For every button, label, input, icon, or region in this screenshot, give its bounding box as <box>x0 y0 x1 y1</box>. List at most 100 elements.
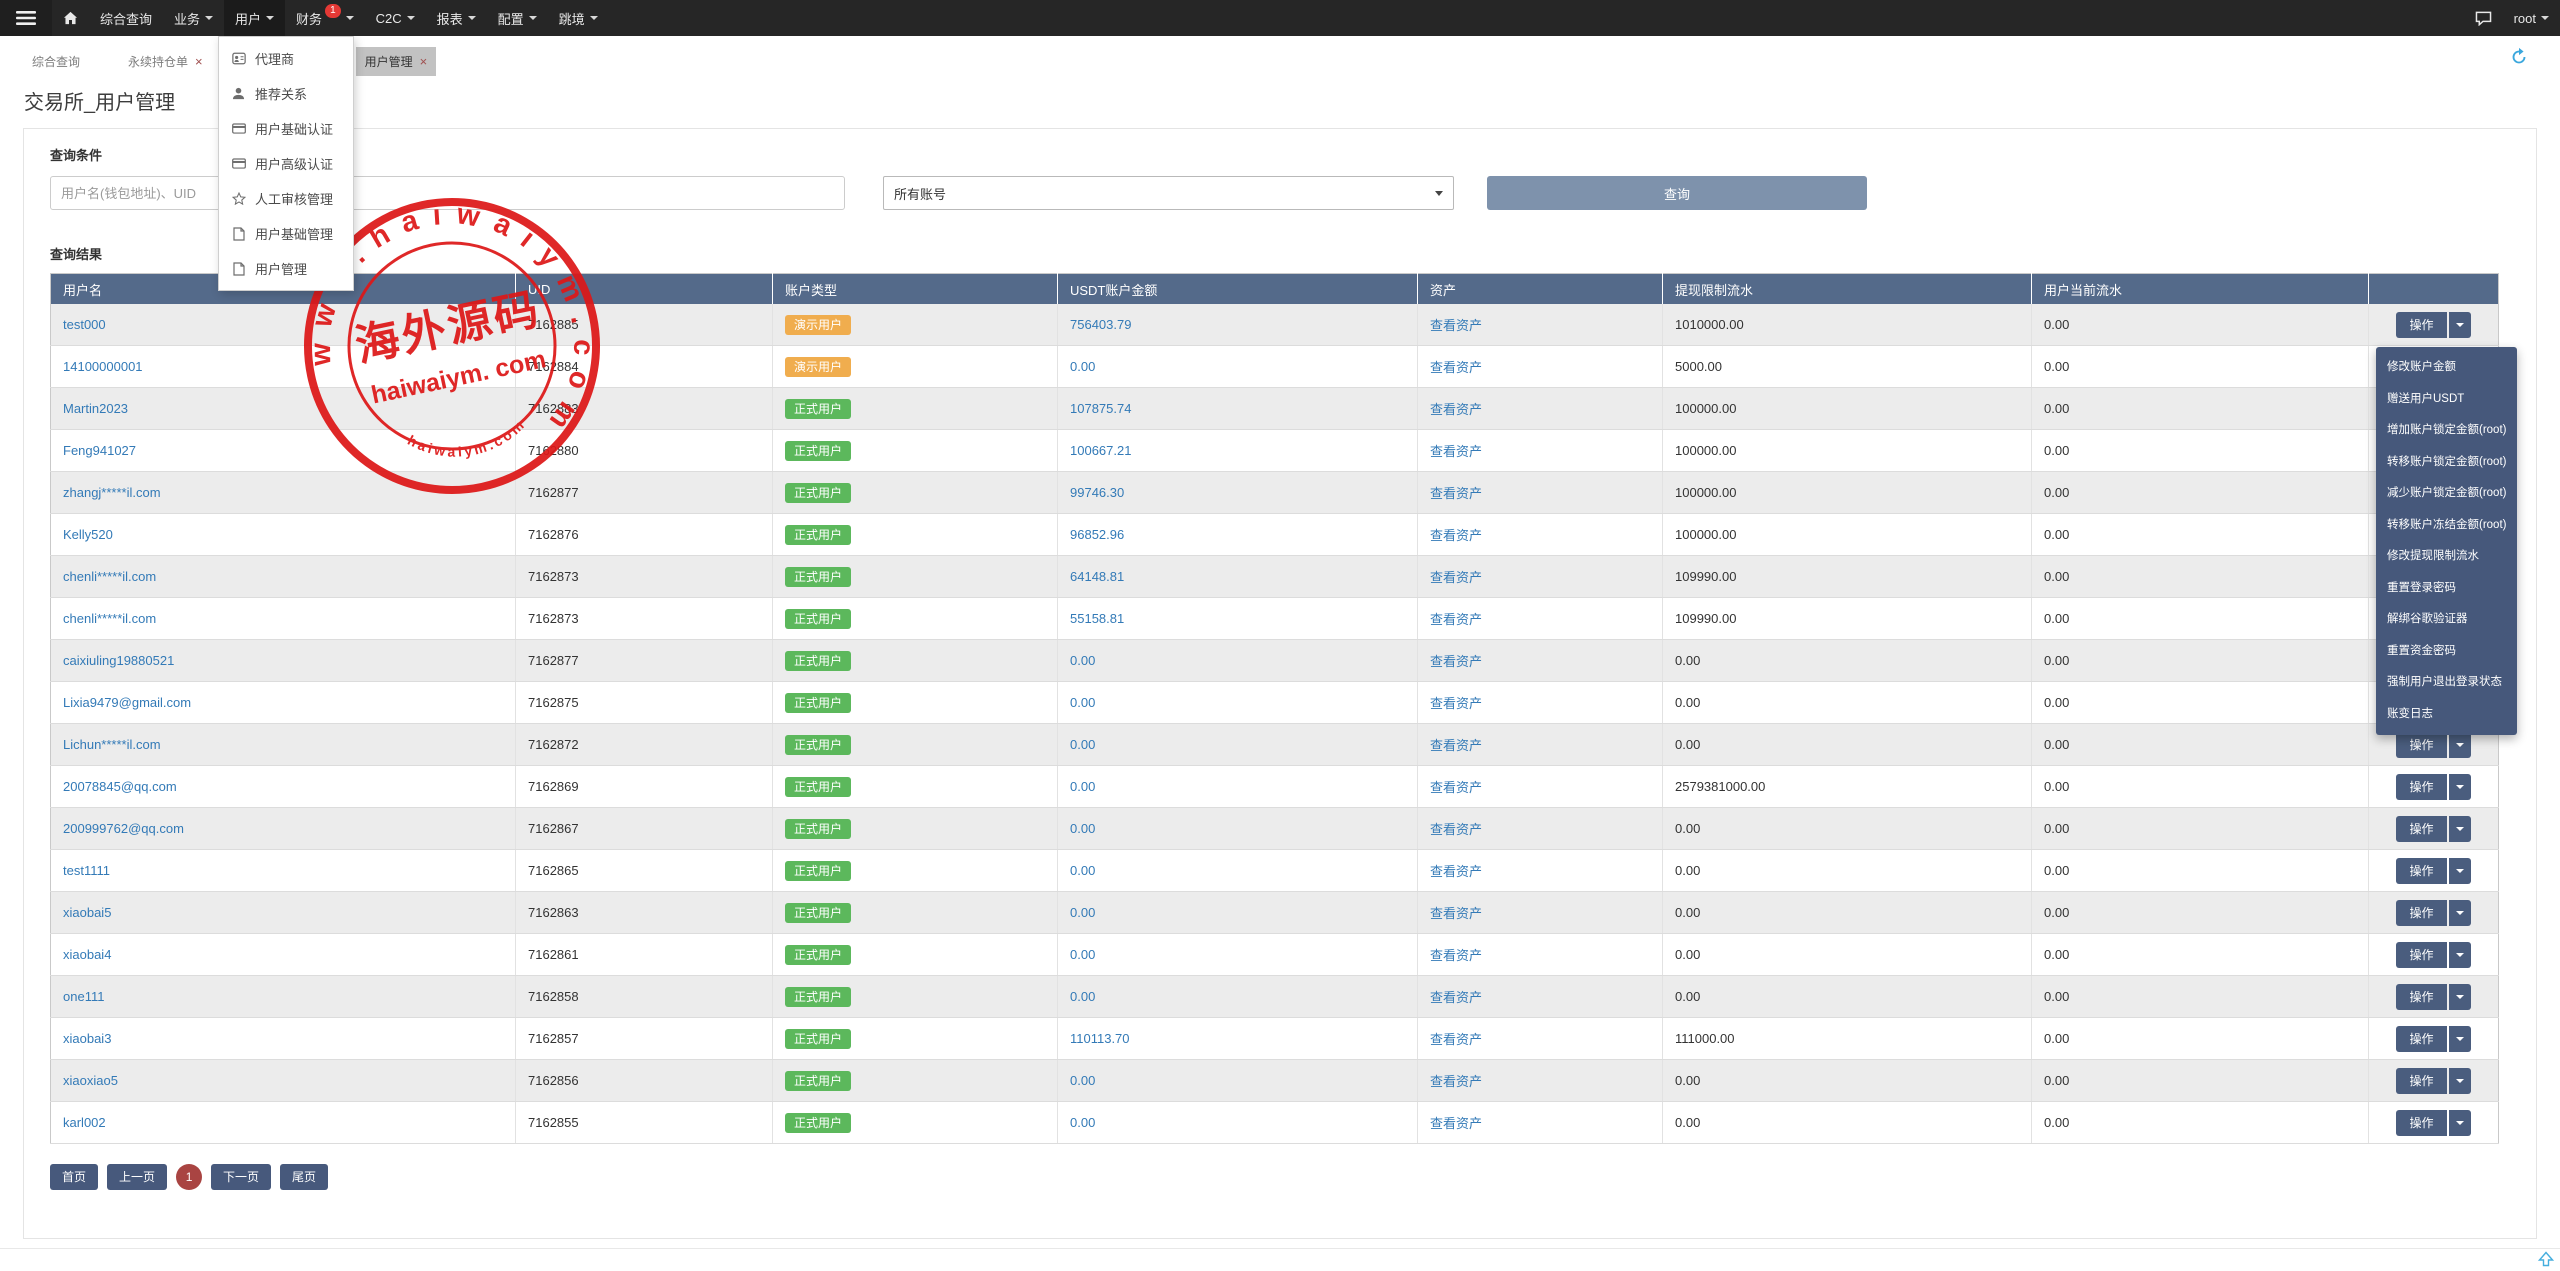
user-link[interactable]: test1111 <box>63 863 110 878</box>
usdt-amount-link[interactable]: 100667.21 <box>1070 443 1131 458</box>
nav-item-0[interactable]: 综合查询 <box>89 0 163 36</box>
usdt-amount-link[interactable]: 0.00 <box>1070 821 1095 836</box>
nav-item-6[interactable]: 配置 <box>487 0 548 36</box>
user-menu-item-0[interactable]: 代理商 <box>219 41 353 76</box>
action-caret-button[interactable] <box>2448 1109 2471 1136</box>
usdt-amount-link[interactable]: 99746.30 <box>1070 485 1124 500</box>
nav-item-3[interactable]: 财务 1 <box>285 0 365 36</box>
nav-home[interactable] <box>52 0 89 36</box>
user-link[interactable]: karl002 <box>63 1115 106 1130</box>
usdt-amount-link[interactable]: 756403.79 <box>1070 317 1131 332</box>
action-menu-item-9[interactable]: 重置资金密码 <box>2376 636 2517 668</box>
user-menu-item-2[interactable]: 用户基础认证 <box>219 111 353 146</box>
action-menu-item-6[interactable]: 修改提现限制流水 <box>2376 541 2517 573</box>
page-button-0[interactable]: 首页 <box>50 1164 99 1190</box>
user-link[interactable]: Kelly520 <box>63 527 113 542</box>
messages-button[interactable] <box>2464 0 2503 36</box>
action-button[interactable]: 操作 <box>2396 311 2447 338</box>
nav-item-7[interactable]: 跳境 <box>548 0 609 36</box>
action-menu-item-1[interactable]: 赠送用户USDT <box>2376 384 2517 416</box>
action-caret-button[interactable] <box>2448 941 2471 968</box>
user-menu-item-3[interactable]: 用户高级认证 <box>219 146 353 181</box>
view-assets-link[interactable]: 查看资产 <box>1430 654 1482 669</box>
usdt-amount-link[interactable]: 0.00 <box>1070 989 1095 1004</box>
account-type-select[interactable]: 所有账号 <box>883 176 1454 210</box>
view-assets-link[interactable]: 查看资产 <box>1430 570 1482 585</box>
close-icon[interactable]: × <box>195 55 203 68</box>
view-assets-link[interactable]: 查看资产 <box>1430 402 1482 417</box>
tab-0[interactable]: 综合查询 <box>23 47 89 76</box>
action-caret-button[interactable] <box>2448 311 2471 338</box>
usdt-amount-link[interactable]: 110113.70 <box>1070 1031 1130 1046</box>
page-button-4[interactable]: 尾页 <box>280 1164 329 1190</box>
view-assets-link[interactable]: 查看资产 <box>1430 1074 1482 1089</box>
action-caret-button[interactable] <box>2448 983 2471 1010</box>
action-button[interactable]: 操作 <box>2396 983 2447 1010</box>
user-link[interactable]: chenli*****il.com <box>63 569 156 584</box>
action-menu-item-0[interactable]: 修改账户金额 <box>2376 352 2517 384</box>
view-assets-link[interactable]: 查看资产 <box>1430 1116 1482 1131</box>
user-link[interactable]: xiaoxiao5 <box>63 1073 118 1088</box>
action-caret-button[interactable] <box>2448 1067 2471 1094</box>
view-assets-link[interactable]: 查看资产 <box>1430 948 1482 963</box>
user-link[interactable]: Feng941027 <box>63 443 136 458</box>
action-button[interactable]: 操作 <box>2396 899 2447 926</box>
usdt-amount-link[interactable]: 0.00 <box>1070 905 1095 920</box>
user-link[interactable]: one111 <box>63 989 104 1004</box>
user-link[interactable]: xiaobai4 <box>63 947 111 962</box>
search-button[interactable]: 查询 <box>1487 176 1867 210</box>
nav-item-5[interactable]: 报表 <box>426 0 487 36</box>
view-assets-link[interactable]: 查看资产 <box>1430 528 1482 543</box>
usdt-amount-link[interactable]: 0.00 <box>1070 779 1095 794</box>
action-button[interactable]: 操作 <box>2396 1067 2447 1094</box>
user-link[interactable]: 200999762@qq.com <box>63 821 184 836</box>
view-assets-link[interactable]: 查看资产 <box>1430 360 1482 375</box>
view-assets-link[interactable]: 查看资产 <box>1430 822 1482 837</box>
user-menu-item-6[interactable]: 用户管理 <box>219 251 353 286</box>
page-button-2[interactable]: 1 <box>176 1164 203 1190</box>
action-menu-item-8[interactable]: 解绑谷歌验证器 <box>2376 604 2517 636</box>
user-link[interactable]: test000 <box>63 317 106 332</box>
nav-item-4[interactable]: C2C <box>365 0 426 36</box>
tab-1[interactable]: 永续持仓单 × <box>119 47 212 76</box>
tab-2[interactable]: 用户管理 × <box>355 46 437 76</box>
user-menu-item-4[interactable]: 人工审核管理 <box>219 181 353 216</box>
usdt-amount-link[interactable]: 55158.81 <box>1070 611 1124 626</box>
view-assets-link[interactable]: 查看资产 <box>1430 612 1482 627</box>
action-caret-button[interactable] <box>2448 899 2471 926</box>
user-account-dropdown[interactable]: root <box>2503 0 2560 36</box>
user-link[interactable]: Lixia9479@gmail.com <box>63 695 191 710</box>
usdt-amount-link[interactable]: 0.00 <box>1070 1115 1095 1130</box>
usdt-amount-link[interactable]: 0.00 <box>1070 653 1095 668</box>
sidebar-toggle-button[interactable] <box>0 0 52 36</box>
view-assets-link[interactable]: 查看资产 <box>1430 444 1482 459</box>
view-assets-link[interactable]: 查看资产 <box>1430 1032 1482 1047</box>
search-input[interactable] <box>50 176 845 210</box>
action-menu-item-7[interactable]: 重置登录密码 <box>2376 573 2517 605</box>
back-to-top-button[interactable] <box>2538 1251 2554 1267</box>
user-link[interactable]: zhangj*****il.com <box>63 485 161 500</box>
action-caret-button[interactable] <box>2448 857 2471 884</box>
action-menu-item-3[interactable]: 转移账户锁定金额(root) <box>2376 447 2517 479</box>
action-menu-item-10[interactable]: 强制用户退出登录状态 <box>2376 667 2517 699</box>
action-caret-button[interactable] <box>2448 815 2471 842</box>
action-button[interactable]: 操作 <box>2396 1109 2447 1136</box>
action-button[interactable]: 操作 <box>2396 1025 2447 1052</box>
action-button[interactable]: 操作 <box>2396 731 2447 758</box>
user-menu-item-5[interactable]: 用户基础管理 <box>219 216 353 251</box>
view-assets-link[interactable]: 查看资产 <box>1430 864 1482 879</box>
action-button[interactable]: 操作 <box>2396 773 2447 800</box>
view-assets-link[interactable]: 查看资产 <box>1430 738 1482 753</box>
user-link[interactable]: 14100000001 <box>63 359 143 374</box>
action-caret-button[interactable] <box>2448 1025 2471 1052</box>
view-assets-link[interactable]: 查看资产 <box>1430 990 1482 1005</box>
action-menu-item-11[interactable]: 账变日志 <box>2376 699 2517 731</box>
action-button[interactable]: 操作 <box>2396 815 2447 842</box>
usdt-amount-link[interactable]: 0.00 <box>1070 1073 1095 1088</box>
usdt-amount-link[interactable]: 107875.74 <box>1070 401 1131 416</box>
refresh-button[interactable] <box>2508 46 2530 68</box>
view-assets-link[interactable]: 查看资产 <box>1430 906 1482 921</box>
view-assets-link[interactable]: 查看资产 <box>1430 318 1482 333</box>
user-link[interactable]: xiaobai5 <box>63 905 111 920</box>
user-menu-item-1[interactable]: 推荐关系 <box>219 76 353 111</box>
